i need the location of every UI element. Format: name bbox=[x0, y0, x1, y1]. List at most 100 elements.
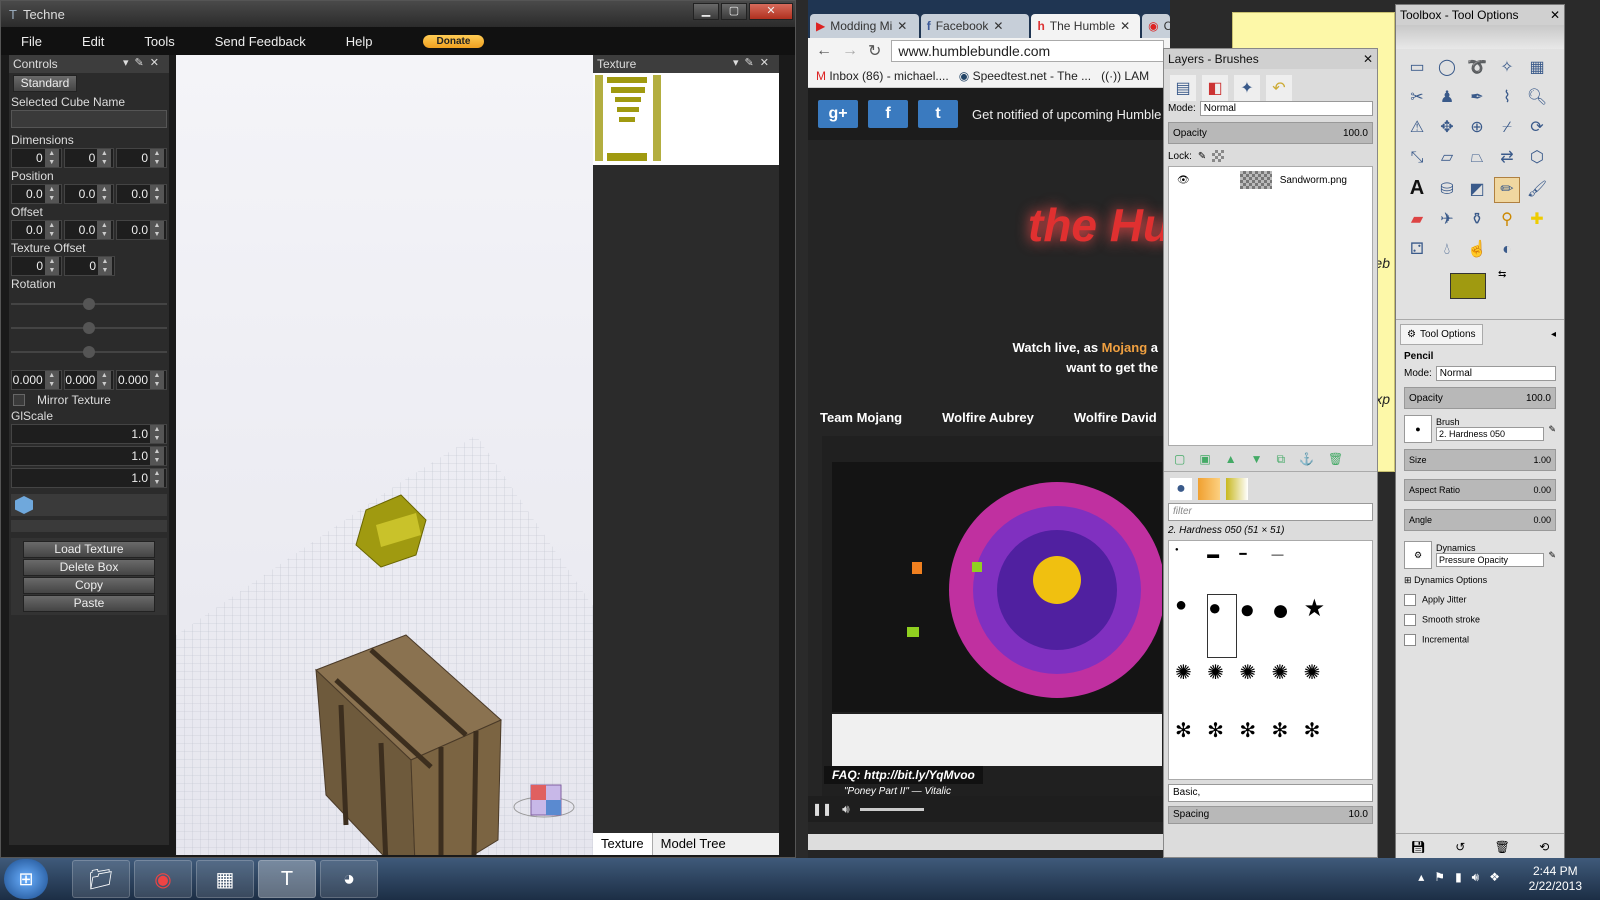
menu-send-feedback[interactable]: Send Feedback bbox=[195, 34, 326, 49]
start-button[interactable]: ⊞ bbox=[4, 859, 48, 899]
paths-tab-icon[interactable]: ✦ bbox=[1234, 75, 1260, 101]
eraser-icon[interactable]: ▰ bbox=[1404, 207, 1430, 233]
clock[interactable]: 2:44 PM 2/22/2013 bbox=[1529, 864, 1582, 894]
mirror-texture-row[interactable]: Mirror Texture bbox=[9, 392, 169, 408]
mode-select[interactable]: Normal bbox=[1199, 101, 1373, 116]
glscale-x-input[interactable]: 1.0 ▲ ▼ bbox=[11, 424, 167, 444]
brush-item[interactable] bbox=[1304, 547, 1334, 592]
save-options-icon[interactable]: 💾︎ bbox=[1411, 840, 1426, 854]
close-button[interactable]: ✕ bbox=[749, 3, 793, 20]
menu-help[interactable]: Help bbox=[326, 34, 393, 49]
wolfire-david-link[interactable]: Wolfire David bbox=[1074, 410, 1157, 425]
raise-layer-icon[interactable]: ▲ bbox=[1225, 452, 1237, 467]
brush-item[interactable]: ✺ bbox=[1304, 660, 1334, 716]
copy-button[interactable]: Copy bbox=[23, 577, 155, 594]
dodge-burn-icon[interactable]: ◐ bbox=[1494, 237, 1520, 263]
color-select-icon[interactable]: ▦ bbox=[1524, 55, 1550, 81]
tab-model-tree[interactable]: Model Tree bbox=[653, 833, 734, 855]
close-tab-icon[interactable]: ✕ bbox=[993, 19, 1003, 33]
rect-select-icon[interactable]: ▭ bbox=[1404, 55, 1430, 81]
close-tab-icon[interactable]: ✕ bbox=[1120, 19, 1130, 33]
bookmark-speedtest[interactable]: ◉ Speedtest.net - The ... bbox=[959, 69, 1091, 83]
dynamics-icon[interactable]: ⚙ bbox=[1404, 541, 1432, 569]
lock-alpha-icon[interactable] bbox=[1212, 150, 1225, 162]
brush-item[interactable] bbox=[1336, 718, 1366, 774]
lower-layer-icon[interactable]: ▼ bbox=[1251, 452, 1263, 467]
heal-icon[interactable]: ✚ bbox=[1524, 207, 1550, 233]
layers-tab-icon[interactable]: ▤ bbox=[1170, 75, 1196, 101]
shape-selector[interactable] bbox=[11, 494, 167, 516]
google-plus-icon[interactable]: g+ bbox=[818, 100, 858, 128]
offset-z-input[interactable]: 0.0 ▲ ▼ bbox=[116, 220, 168, 240]
glscale-y-input[interactable]: 1.0 ▲ ▼ bbox=[11, 446, 167, 466]
rotation-y-input[interactable]: 0.000 ▲ ▼ bbox=[63, 370, 115, 390]
brush-item[interactable]: ✺ bbox=[1271, 660, 1301, 716]
bookmark-gmail[interactable]: M Inbox (86) - michael.... bbox=[816, 69, 949, 83]
horizontal-scrollbar[interactable] bbox=[808, 834, 1170, 850]
standard-button[interactable]: Standard bbox=[13, 75, 77, 92]
anchor-layer-icon[interactable]: ⚓ bbox=[1299, 452, 1314, 467]
spacing-slider[interactable]: Spacing 10.0 bbox=[1168, 806, 1373, 824]
paths-icon[interactable]: ✒ bbox=[1464, 85, 1490, 111]
reset-options-icon[interactable]: ⟲ bbox=[1539, 840, 1549, 854]
team-mojang-link[interactable]: Team Mojang bbox=[820, 410, 902, 425]
scale-icon[interactable]: ⤡ bbox=[1404, 145, 1430, 171]
network-icon[interactable]: ▮ bbox=[1455, 870, 1462, 885]
move-icon[interactable]: ✥ bbox=[1434, 115, 1460, 141]
brush-preview[interactable]: ● bbox=[1404, 415, 1432, 443]
edit-dynamics-icon[interactable]: ✎ bbox=[1548, 550, 1556, 561]
patterns-tab-icon[interactable] bbox=[1198, 478, 1220, 500]
offset-y-input[interactable]: 0.0 ▲ ▼ bbox=[63, 220, 115, 240]
brush-item[interactable]: ✻ bbox=[1239, 718, 1269, 774]
smooth-stroke-row[interactable]: Smooth stroke bbox=[1396, 610, 1564, 630]
paste-button[interactable]: Paste bbox=[23, 595, 155, 612]
smudge-icon[interactable]: ☝ bbox=[1464, 237, 1490, 263]
brush-item[interactable]: ✻ bbox=[1175, 718, 1205, 774]
brush-item[interactable]: ★ bbox=[1304, 594, 1334, 659]
smooth-stroke-checkbox[interactable] bbox=[1404, 614, 1416, 626]
dimension-x-input[interactable]: 0 ▲ ▼ bbox=[11, 148, 62, 168]
gradients-tab-icon[interactable] bbox=[1226, 478, 1248, 500]
lock-pixels-icon[interactable]: ✎ bbox=[1198, 151, 1206, 162]
tool-opacity-slider[interactable]: Opacity 100.0 bbox=[1404, 387, 1556, 409]
cube-name-input[interactable] bbox=[11, 110, 167, 128]
scissors-icon[interactable]: ✂ bbox=[1404, 85, 1430, 111]
brush-item[interactable] bbox=[1336, 594, 1366, 659]
cage-icon[interactable]: ⬡ bbox=[1524, 145, 1550, 171]
airbrush-icon[interactable]: ✈ bbox=[1434, 207, 1460, 233]
close-icon[interactable]: ✕ bbox=[1363, 52, 1373, 66]
dynamics-options-expander[interactable]: ⊞ Dynamics Options bbox=[1396, 571, 1564, 590]
brush-item[interactable]: ━ bbox=[1239, 547, 1269, 592]
new-group-icon[interactable]: ▣ bbox=[1199, 452, 1210, 467]
minimize-button[interactable]: ▁ bbox=[693, 3, 719, 20]
restore-options-icon[interactable]: ↺ bbox=[1455, 840, 1465, 854]
action-center-icon[interactable]: ⚑ bbox=[1434, 870, 1445, 885]
menu-tools[interactable]: Tools bbox=[124, 34, 194, 49]
close-icon[interactable]: ✕ bbox=[1550, 8, 1560, 22]
rotation-y-slider[interactable] bbox=[11, 316, 167, 340]
undo-history-tab-icon[interactable]: ↶ bbox=[1266, 75, 1292, 101]
brush-item[interactable]: ✺ bbox=[1207, 660, 1237, 716]
delete-layer-icon[interactable]: 🗑︎ bbox=[1328, 452, 1343, 467]
align-icon[interactable]: ⊕ bbox=[1464, 115, 1490, 141]
tab-modding-minecraft[interactable]: ▶ Modding Mi ✕ bbox=[810, 14, 919, 38]
brush-filter-input[interactable]: filter bbox=[1168, 503, 1373, 521]
brush-item[interactable]: ● bbox=[1207, 593, 1238, 658]
measure-icon[interactable]: ⚠ bbox=[1404, 115, 1430, 141]
tab-humble-bundle[interactable]: h The Humble ✕ bbox=[1031, 14, 1141, 38]
size-slider[interactable]: Size 1.00 bbox=[1404, 449, 1556, 471]
bucket-fill-icon[interactable]: ⛁ bbox=[1434, 177, 1460, 203]
mirror-texture-checkbox[interactable] bbox=[13, 394, 25, 406]
brush-item[interactable]: ✺ bbox=[1239, 660, 1269, 716]
3d-viewport[interactable] bbox=[176, 55, 599, 892]
foreground-select-icon[interactable]: ♟ bbox=[1434, 85, 1460, 111]
delete-box-button[interactable]: Delete Box bbox=[23, 559, 155, 576]
position-x-input[interactable]: 0.0 ▲ ▼ bbox=[11, 184, 62, 204]
brush-item[interactable]: — bbox=[1271, 547, 1301, 592]
rotation-x-input[interactable]: 0.000 ▲ ▼ bbox=[11, 370, 62, 390]
reload-icon[interactable]: ↻ bbox=[868, 41, 881, 61]
twitter-icon[interactable]: t bbox=[918, 100, 958, 128]
pause-icon[interactable]: ❚❚ bbox=[812, 802, 832, 816]
shear-icon[interactable]: ▱ bbox=[1434, 145, 1460, 171]
layer-row[interactable]: 👁︎ Sandworm.png bbox=[1169, 167, 1372, 193]
